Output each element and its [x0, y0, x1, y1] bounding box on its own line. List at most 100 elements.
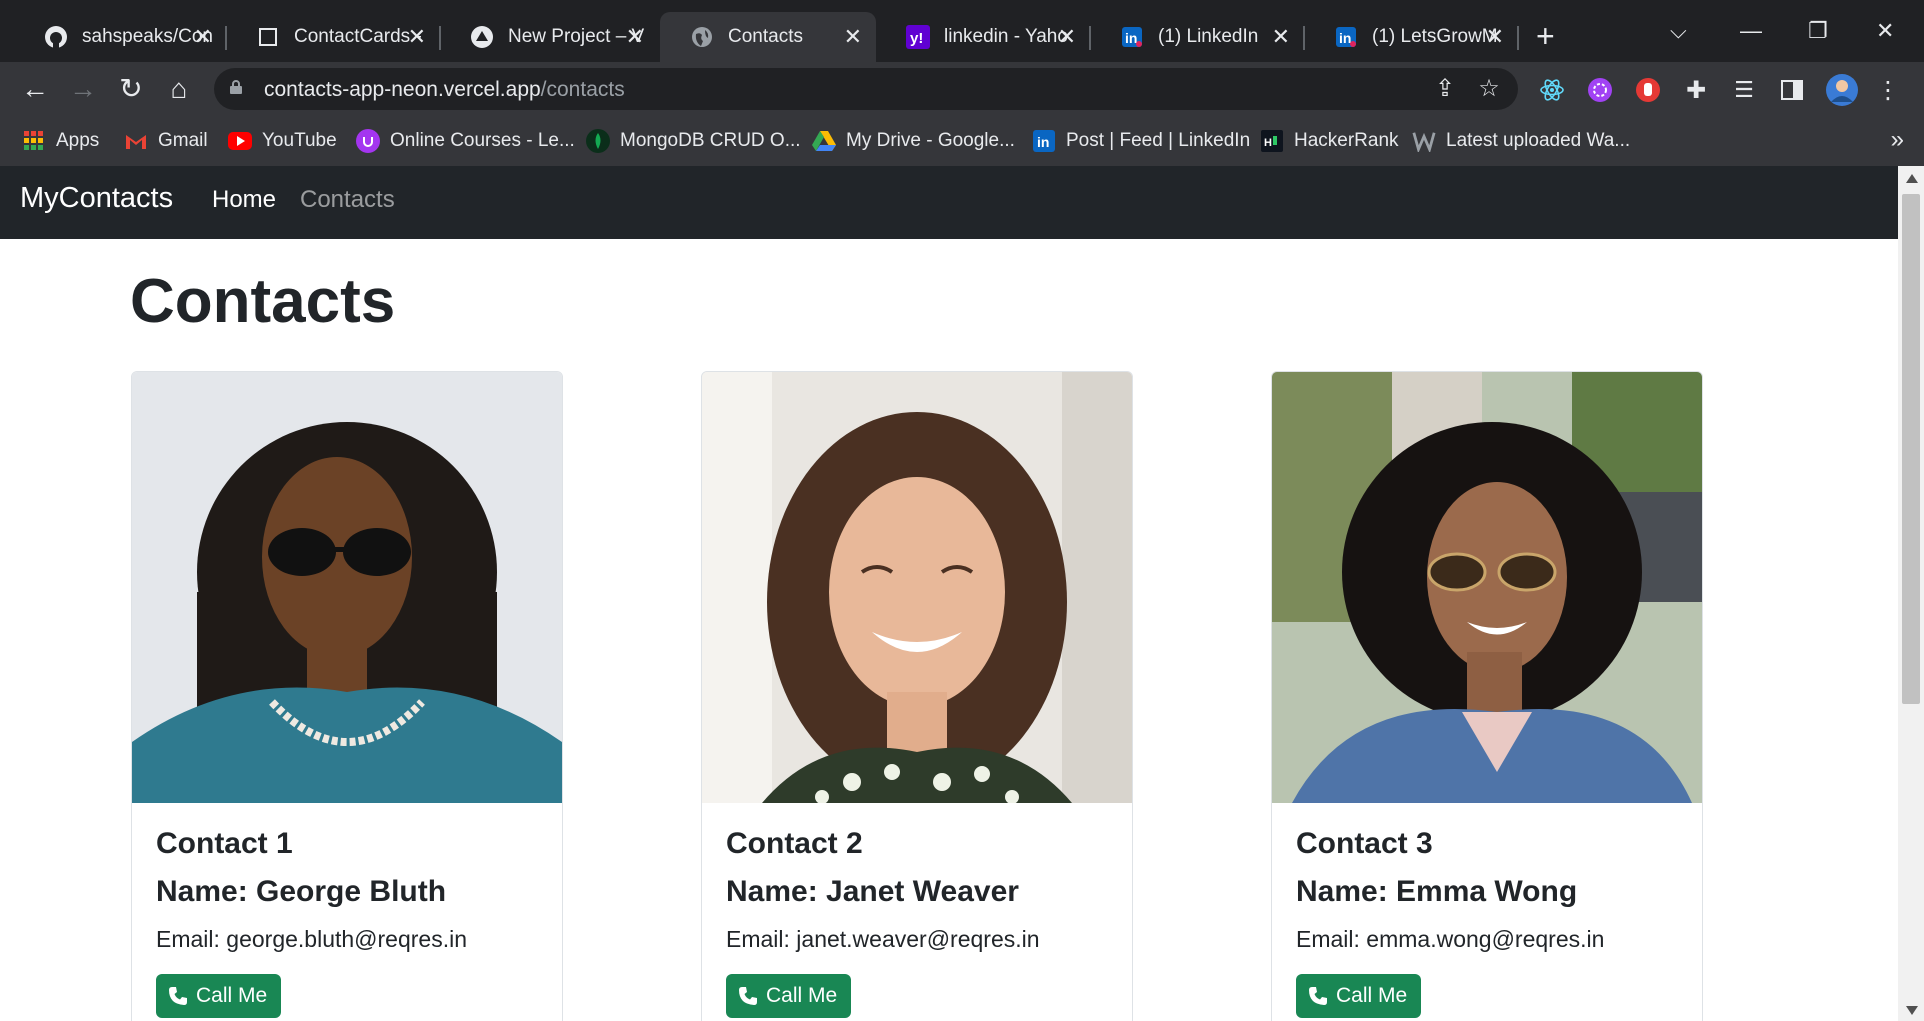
tab-separator — [1517, 26, 1519, 50]
tab-yahoo[interactable]: y! linkedin - Yaho ✕ — [876, 12, 1091, 62]
tab-contactcards[interactable]: ContactCards - ✕ — [226, 12, 441, 62]
phone-icon — [1309, 987, 1327, 1005]
bookmark-mongodb[interactable]: MongoDB CRUD O... — [586, 126, 801, 156]
linkedin-icon: in — [1032, 129, 1056, 153]
hackerrank-icon: H — [1260, 129, 1284, 153]
svg-text:H: H — [1264, 137, 1272, 149]
svg-text:in: in — [1125, 30, 1137, 46]
globe-icon — [690, 25, 714, 49]
page-viewport: MyContacts Home Contacts Contacts Contac… — [0, 166, 1898, 1021]
nav-contacts-link[interactable]: Contacts — [300, 186, 395, 214]
browser-menu-icon[interactable]: ⋮ — [1874, 76, 1902, 104]
purple-extension-icon[interactable] — [1586, 76, 1614, 104]
reload-icon[interactable]: ↻ — [114, 72, 148, 106]
contact-email: Email: emma.wong@reqres.in — [1296, 926, 1605, 952]
contact-photo — [1272, 372, 1702, 803]
contact-photo — [702, 372, 1132, 803]
call-me-button[interactable]: Call Me — [726, 974, 852, 1018]
phone-icon — [739, 987, 757, 1005]
contact-title: Contact 3 — [1296, 827, 1433, 860]
page-title: Contacts — [130, 267, 396, 336]
side-panel-icon[interactable] — [1778, 76, 1806, 104]
mongodb-icon — [586, 129, 610, 153]
minimize-icon[interactable]: — — [1740, 18, 1762, 44]
svg-text:in: in — [1339, 30, 1351, 46]
contact-name: Name: George Bluth — [156, 875, 447, 908]
scroll-up-arrow-icon[interactable] — [1906, 174, 1918, 183]
youtube-icon — [228, 129, 252, 153]
tab-letsgrow[interactable]: in (1) LetsGrowM ✕ — [1304, 12, 1519, 62]
browser-toolbar: ← → ↻ ⌂ contacts-app-neon.vercel.app/con… — [0, 62, 1924, 116]
bookmark-apps[interactable]: Apps — [22, 126, 99, 156]
extensions-puzzle-icon[interactable]: ✚ — [1682, 76, 1710, 104]
contact-title: Contact 2 — [726, 827, 863, 860]
new-tab-plus-icon[interactable]: + — [1536, 20, 1555, 52]
udemy-icon — [356, 129, 380, 153]
tab-vercel[interactable]: New Project – V ✕ — [440, 12, 658, 62]
close-icon[interactable]: ✕ — [1272, 25, 1290, 49]
share-icon[interactable]: ⇪ — [1432, 76, 1458, 102]
contact-card: Contact 2 Name: Janet Weaver Email: jane… — [701, 371, 1133, 1021]
close-icon[interactable]: ✕ — [1486, 25, 1504, 49]
tab-search-chevron-icon[interactable]: ⌵ — [1670, 18, 1687, 44]
contact-card: Contact 1 Name: George Bluth Email: geor… — [131, 371, 563, 1021]
back-arrow-icon[interactable]: ← — [18, 72, 52, 106]
nav-home-link[interactable]: Home — [212, 186, 276, 214]
bookmark-hackerrank[interactable]: H HackerRank — [1260, 126, 1399, 156]
phone-icon — [169, 987, 187, 1005]
vercel-icon — [470, 25, 494, 49]
w-icon — [1412, 129, 1436, 153]
tab-linkedin[interactable]: in (1) LinkedIn ✕ — [1090, 12, 1305, 62]
address-bar[interactable]: contacts-app-neon.vercel.app/contacts ⇪ … — [214, 68, 1518, 110]
close-icon[interactable]: ✕ — [626, 25, 644, 49]
window-close-icon[interactable]: ✕ — [1876, 18, 1894, 44]
home-icon[interactable]: ⌂ — [162, 72, 196, 106]
bookmark-gmail[interactable]: Gmail — [124, 126, 208, 156]
scroll-down-arrow-icon[interactable] — [1906, 1006, 1918, 1015]
linkedin-icon: in — [1334, 25, 1358, 49]
gmail-icon — [124, 129, 148, 153]
contact-photo — [132, 372, 562, 803]
svg-text:in: in — [1037, 134, 1049, 150]
bookmark-online-courses[interactable]: Online Courses - Le... — [356, 126, 575, 156]
close-icon[interactable]: ✕ — [844, 25, 862, 49]
restore-icon[interactable]: ❐ — [1808, 18, 1828, 44]
media-queue-icon[interactable]: ☰ — [1730, 76, 1758, 104]
svg-text:y!: y! — [910, 30, 923, 47]
navbar-brand[interactable]: MyContacts — [20, 182, 173, 215]
bookmark-youtube[interactable]: YouTube — [228, 126, 337, 156]
close-icon[interactable]: ✕ — [1058, 25, 1076, 49]
url-text: contacts-app-neon.vercel.app/contacts — [264, 78, 625, 101]
call-me-button[interactable]: Call Me — [156, 974, 282, 1018]
react-devtools-icon[interactable] — [1538, 76, 1566, 104]
contact-title: Contact 1 — [156, 827, 293, 860]
call-me-button[interactable]: Call Me — [1296, 974, 1422, 1018]
close-icon[interactable]: ✕ — [194, 25, 212, 49]
page-scrollbar[interactable] — [1898, 166, 1924, 1021]
forward-arrow-icon[interactable]: → — [66, 72, 100, 106]
bookmark-star-icon[interactable]: ☆ — [1476, 76, 1502, 102]
close-icon[interactable]: ✕ — [408, 25, 426, 49]
google-drive-icon — [812, 129, 836, 153]
apps-grid-icon — [22, 129, 46, 153]
contact-name: Name: Janet Weaver — [726, 875, 1019, 908]
linkedin-icon: in — [1120, 25, 1144, 49]
lock-icon[interactable] — [230, 80, 242, 94]
contact-card: Contact 3 Name: Emma Wong Email: emma.wo… — [1271, 371, 1703, 1021]
tab-github[interactable]: sahspeaks/Con ✕ — [14, 12, 227, 62]
bookmark-latest-uploaded[interactable]: Latest uploaded Wa... — [1412, 126, 1630, 156]
page-icon — [256, 25, 280, 49]
scrollbar-thumb[interactable] — [1902, 194, 1920, 704]
contact-email: Email: janet.weaver@reqres.in — [726, 926, 1040, 952]
profile-avatar[interactable] — [1826, 74, 1858, 106]
bookmark-google-drive[interactable]: My Drive - Google... — [812, 126, 1015, 156]
tab-contacts[interactable]: Contacts ✕ — [660, 12, 876, 62]
github-icon — [44, 25, 68, 49]
contact-name: Name: Emma Wong — [1296, 875, 1578, 908]
contact-email: Email: george.bluth@reqres.in — [156, 926, 468, 952]
bookmark-linkedin-feed[interactable]: in Post | Feed | LinkedIn — [1032, 126, 1250, 156]
yahoo-icon: y! — [906, 25, 930, 49]
hand-extension-icon[interactable] — [1634, 76, 1662, 104]
bookmarks-bar: Apps Gmail YouTube Online Courses - Le..… — [0, 116, 1924, 166]
bookmarks-overflow-icon[interactable]: » — [1891, 126, 1904, 154]
